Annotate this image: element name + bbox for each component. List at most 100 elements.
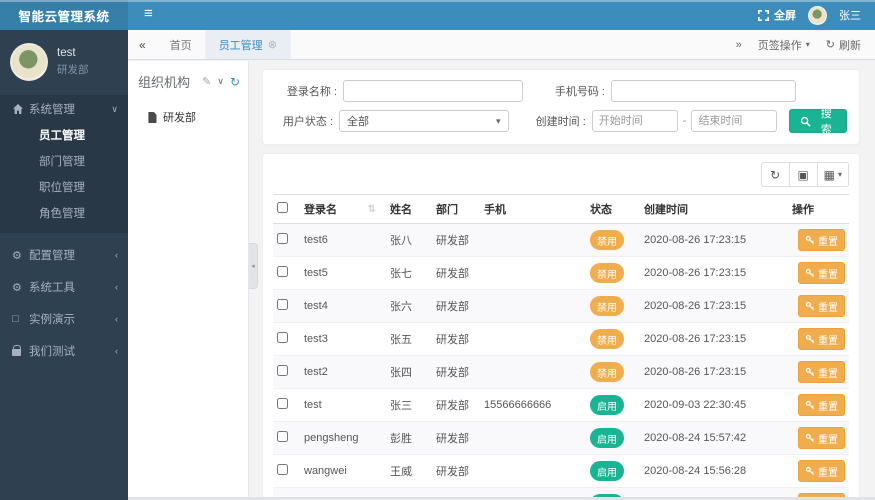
tab-close-icon[interactable]: ⊗ [268,38,277,51]
user-status-select[interactable]: 全部 ▾ [339,110,509,132]
cell-dept: 研发部 [432,421,480,455]
row-checkbox[interactable] [277,365,288,376]
sidebar-item-demo[interactable]: □ 实例演示 ‹ [0,305,128,333]
reset-password-button[interactable]: 重置 [798,427,845,449]
end-time-input[interactable] [691,110,778,132]
cell-name: 张六 [386,289,432,323]
sidebar-item-our-test[interactable]: 我们测试 ‹ [0,337,128,365]
row-checkbox[interactable] [277,464,288,475]
row-checkbox[interactable] [277,431,288,442]
sidebar-item-system-mgmt[interactable]: 系统管理 ∨ [0,95,128,123]
profile-avatar[interactable] [10,43,48,81]
status-badge: 启用 [590,428,624,448]
cell-status: 启用 [586,454,640,488]
reset-password-button[interactable]: 重置 [798,295,845,317]
row-select-cell [273,289,300,323]
row-checkbox[interactable] [277,233,288,244]
sidebar-item-role-mgmt[interactable]: 角色管理 [0,201,128,227]
row-checkbox[interactable] [277,266,288,277]
sidebar-item-dept-mgmt[interactable]: 部门管理 [0,149,128,175]
tabs-scroll-left-icon[interactable]: « [128,30,157,59]
sidebar-item-employee-mgmt[interactable]: 员工管理 [0,123,128,149]
main-content: 登录名称 : 手机号码 : 用户状态 : 全部 ▾ 创建时间 : - [250,61,875,500]
card-view-toggle-button[interactable]: ▣ [788,162,818,187]
tabbar: « 首页 员工管理 ⊗ » 页签操作 ▾ ↻ 刷新 [128,30,875,60]
tab-employee-mgmt[interactable]: 员工管理 ⊗ [205,30,291,59]
org-panel-title: 组织机构 [138,75,191,90]
row-select-cell [273,388,300,422]
topbar-user-name[interactable]: 张三 [839,7,861,23]
login-name-input[interactable] [343,80,523,102]
tab-home[interactable]: 首页 [157,30,206,59]
user-status-label: 用户状态 : [282,116,334,128]
hamburger-icon[interactable]: ≡ [128,0,169,30]
sidebar-item-label: 系统管理 [29,104,75,116]
reset-button-label: 重置 [818,236,838,248]
topbar: 智能云管理系统 ≡ 全屏 张三 [0,0,875,30]
page: 智能云管理系统 ≡ 全屏 张三 test 研发部 系统管理 ∨ 员工管理 部门管… [0,0,875,500]
start-time-input[interactable] [591,110,678,132]
tabs-scroll-right-icon[interactable]: » [736,39,742,51]
cell-action: 重置 [788,322,849,356]
chevron-left-icon: ‹ [115,250,118,260]
reset-password-button[interactable]: 重置 [798,361,845,383]
reset-password-button[interactable]: 重置 [798,460,845,482]
col-dept: 部门 [432,194,480,224]
status-badge: 禁用 [590,263,624,283]
table-row: pengsheng 彭胜 研发部 启用 2020-08-24 15:57:42 重置 [273,421,849,455]
search-button[interactable]: 搜索 [789,108,847,136]
chevron-down-icon[interactable]: ∨ [217,76,224,87]
select-all-checkbox[interactable] [277,202,288,213]
sidebar-item-system-tools[interactable]: ⚙ 系统工具 ‹ [0,273,128,301]
reset-password-button[interactable]: 重置 [798,394,845,416]
sidebar-item-config-mgmt[interactable]: ⚙ 配置管理 ‹ [0,241,128,269]
cell-login: test2 [300,355,386,389]
cell-created: 2020-08-26 17:23:15 [640,355,788,389]
tree-node-dev-dept[interactable]: 研发部 [128,101,248,131]
row-checkbox[interactable] [277,299,288,310]
card-view-icon: ▣ [797,167,809,182]
col-login[interactable]: 登录名 ⇅ [300,194,386,224]
cell-phone [480,454,586,488]
file-icon [148,111,157,123]
topbar-avatar[interactable] [808,5,827,25]
table-refresh-button[interactable]: ↻ [760,162,790,187]
tab-refresh-button[interactable]: ↻ 刷新 [826,37,861,53]
phone-input[interactable] [611,80,796,102]
reset-password-button[interactable]: 重置 [798,229,845,251]
edit-icon[interactable]: ✎ [202,75,211,88]
table-row: test 张三 研发部 15566666666 启用 2020-09-03 22:30:4… [273,388,849,422]
status-badge: 禁用 [590,362,624,382]
refresh-icon[interactable]: ↻ [230,75,240,89]
cell-dept: 研发部 [432,289,480,323]
fullscreen-button[interactable]: 全屏 [758,7,796,23]
reset-password-button[interactable]: 重置 [798,262,845,284]
cell-created: 2020-08-26 17:23:15 [640,256,788,290]
tab-label: 首页 [169,39,192,52]
panel-collapse-handle[interactable]: ◂ [249,243,258,289]
profile-name: test [57,47,76,59]
fullscreen-icon [758,9,769,21]
cell-action: 重置 [788,421,849,455]
key-icon [805,433,815,443]
cell-status: 禁用 [586,223,640,257]
status-badge: 启用 [590,461,624,481]
tab-label: 员工管理 [218,39,263,52]
tree-node-label: 研发部 [163,112,196,124]
row-checkbox[interactable] [277,398,288,409]
cell-login: test5 [300,256,386,290]
columns-dropdown-button[interactable]: ▦ ▾ [816,162,849,187]
row-checkbox[interactable] [277,332,288,343]
tab-operations-dropdown[interactable]: 页签操作 ▾ [758,37,810,53]
cell-phone [480,223,586,257]
sidebar-item-label: 实例演示 [29,314,75,326]
reset-button-label: 重置 [818,269,838,281]
reset-password-button[interactable]: 重置 [798,328,845,350]
col-action: 操作 [788,194,849,224]
cell-created: 2020-09-03 22:30:45 [640,388,788,422]
cell-name: 张四 [386,355,432,389]
sidebar-item-label: 我们测试 [29,346,75,358]
sidebar-item-position-mgmt[interactable]: 职位管理 [0,175,128,201]
cell-created: 2020-08-26 17:23:15 [640,289,788,323]
row-select-cell [273,421,300,455]
